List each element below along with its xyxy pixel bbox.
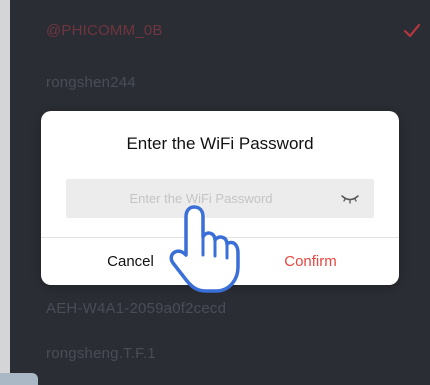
dialog-title: Enter the WiFi Password	[126, 134, 314, 153]
hand-pointer-icon	[169, 205, 240, 293]
eye-closed-icon[interactable]	[340, 191, 360, 205]
app-screen: @PHICOMM_0B rongshen244 AEH-W4A1-2059a0f…	[0, 0, 430, 385]
